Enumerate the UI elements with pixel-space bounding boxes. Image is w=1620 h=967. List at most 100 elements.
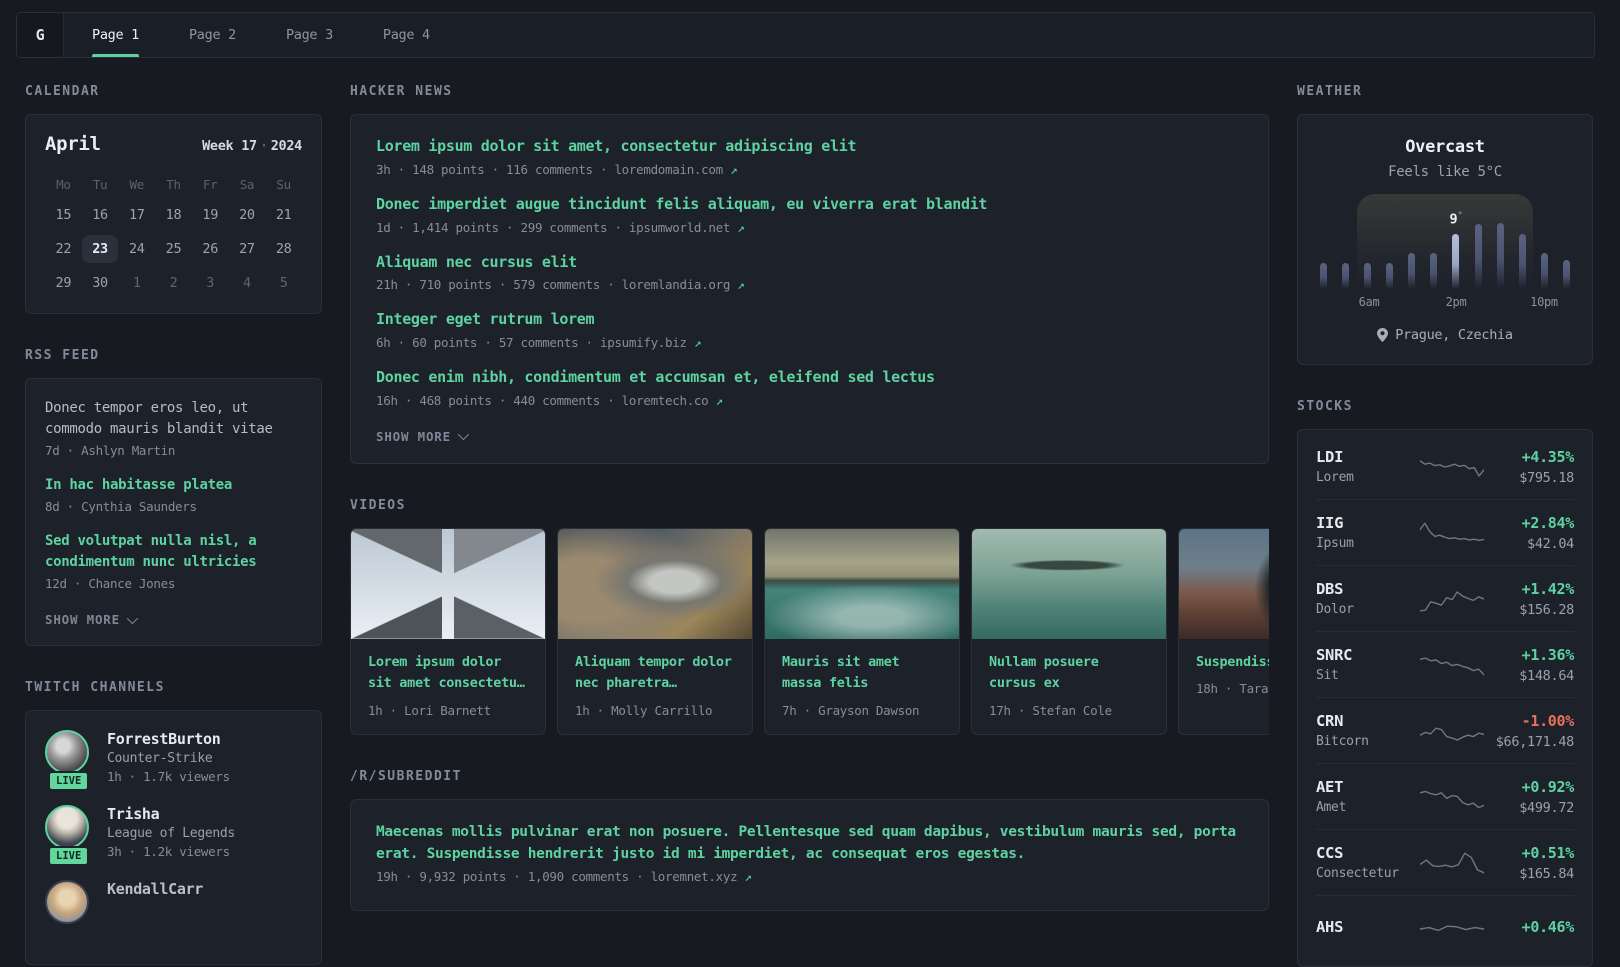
- stock-row[interactable]: SNRC Sit +1.36% $148.64: [1316, 632, 1574, 698]
- reddit-post-meta: 19h · 9,932 points · 1,090 comments · lo…: [376, 869, 1243, 884]
- rss-show-more-button[interactable]: SHOW MORE: [45, 612, 139, 627]
- video-card[interactable]: Aliquam tempor dolor nec pharetra… 1h · …: [557, 527, 753, 735]
- hn-show-more-button[interactable]: SHOW MORE: [376, 429, 470, 444]
- tab-page-2[interactable]: Page 2: [189, 13, 236, 57]
- stock-row[interactable]: IIG Ipsum +2.84% $42.04: [1316, 500, 1574, 566]
- twitch-channel-name[interactable]: ForrestBurton: [107, 730, 230, 748]
- stock-ticker[interactable]: IIG: [1316, 514, 1420, 532]
- external-link-icon[interactable]: ↗: [745, 869, 753, 884]
- external-link-icon[interactable]: ↗: [694, 335, 702, 350]
- tab-page-3[interactable]: Page 3: [286, 13, 333, 57]
- external-link-icon[interactable]: ↗: [730, 162, 738, 177]
- weather-bar: [1496, 223, 1504, 289]
- hn-item-link[interactable]: Donec enim nibh, condimentum et accumsan…: [376, 367, 1243, 389]
- rss-item-link[interactable]: Donec tempor eros leo, ut commodo mauris…: [45, 398, 302, 440]
- video-thumbnail[interactable]: [765, 528, 959, 639]
- avatar[interactable]: [45, 805, 89, 849]
- video-title[interactable]: Suspendisse diam: [1196, 652, 1269, 674]
- stock-name: Sit: [1316, 668, 1339, 683]
- video-card[interactable]: Nullam posuere cursus ex 17h · Stefan Co…: [971, 527, 1167, 735]
- calendar-day: 29: [55, 275, 72, 291]
- rss-item-link[interactable]: Sed volutpat nulla nisl, a condimentum n…: [45, 531, 302, 573]
- stock-row[interactable]: DBS Dolor +1.42% $156.28: [1316, 566, 1574, 632]
- time-label: 10pm: [1530, 295, 1558, 309]
- hn-item-link[interactable]: Donec imperdiet augue tincidunt felis al…: [376, 194, 1243, 216]
- hn-item-link[interactable]: Aliquam nec cursus elit: [376, 252, 1243, 274]
- video-title[interactable]: Mauris sit amet massa felis: [782, 652, 942, 695]
- calendar-month: April: [45, 133, 101, 155]
- stock-name: Consectetur: [1316, 866, 1399, 881]
- stock-price: $795.18: [1519, 469, 1574, 486]
- stock-price: $499.72: [1519, 799, 1574, 816]
- chevron-down-icon: [457, 429, 470, 441]
- avatar[interactable]: [45, 730, 89, 774]
- stock-price: $66,171.48: [1495, 733, 1575, 750]
- stock-row[interactable]: CRN Bitcorn -1.00% $66,171.48: [1316, 698, 1574, 764]
- hackernews-section-title: HACKER NEWS: [350, 84, 453, 99]
- stock-price: $165.84: [1519, 865, 1574, 882]
- twitch-channel-name[interactable]: Trisha: [107, 805, 235, 823]
- stock-row[interactable]: LDI Lorem +4.35% $795.18: [1316, 434, 1574, 500]
- video-meta: 7h · Grayson Dawson: [782, 702, 920, 718]
- stock-change: +0.92%: [1521, 777, 1575, 796]
- external-link-icon[interactable]: ↗: [716, 393, 724, 408]
- stock-name: Amet: [1316, 800, 1347, 815]
- tab-page-1[interactable]: Page 1: [92, 13, 139, 57]
- video-meta: 18h · Tara: [1196, 681, 1269, 697]
- hn-meta-text: 3h · 148 points · 116 comments · loremdo…: [376, 161, 723, 177]
- twitch-channel-row[interactable]: KendallCarr: [45, 880, 302, 924]
- videos-section: VIDEOS Lorem ipsum dolor sit amet consec…: [350, 498, 1269, 735]
- videos-section-title: VIDEOS: [350, 497, 406, 513]
- hn-item-link[interactable]: Lorem ipsum dolor sit amet, consectetur …: [376, 136, 1243, 158]
- video-card[interactable]: Mauris sit amet massa felis 7h · Grayson…: [764, 527, 960, 735]
- reddit-post-link[interactable]: Maecenas mollis pulvinar erat non posuer…: [376, 822, 1243, 866]
- twitch-channel-name[interactable]: KendallCarr: [107, 880, 203, 898]
- stock-ticker[interactable]: SNRC: [1316, 646, 1420, 664]
- video-thumbnail[interactable]: [351, 528, 545, 639]
- weather-bar: [1518, 234, 1526, 289]
- video-card[interactable]: Suspendisse diam 18h · Tara: [1178, 527, 1269, 735]
- stock-ticker[interactable]: LDI: [1316, 448, 1420, 466]
- rss-item: Donec tempor eros leo, ut commodo mauris…: [45, 398, 302, 458]
- stock-ticker[interactable]: CCS: [1316, 844, 1420, 862]
- video-card[interactable]: Lorem ipsum dolor sit amet consectetu… 1…: [350, 527, 546, 735]
- stock-ticker[interactable]: AHS: [1316, 918, 1420, 936]
- weather-widget: Overcast Feels like 5°C 9° 6am 2pm 10pm …: [1297, 114, 1593, 365]
- stock-sparkline: [1419, 714, 1485, 748]
- twitch-channel-row[interactable]: LIVE ForrestBurton Counter-Strike 1h · 1…: [45, 730, 302, 791]
- twitch-avatar-wrap: LIVE: [45, 730, 91, 791]
- video-thumbnail[interactable]: [972, 528, 1166, 639]
- video-title[interactable]: Aliquam tempor dolor nec pharetra…: [575, 652, 735, 695]
- app-logo[interactable]: G: [17, 13, 64, 57]
- video-thumbnail[interactable]: [1179, 528, 1269, 639]
- hn-item-link[interactable]: Integer eget rutrum lorem: [376, 309, 1243, 331]
- external-link-icon[interactable]: ↗: [737, 220, 745, 235]
- subreddit-section: /R/SUBREDDIT Maecenas mollis pulvinar er…: [350, 769, 1269, 912]
- twitch-channel-meta: 1h · 1.7k viewers: [107, 769, 230, 784]
- stock-row[interactable]: AET Amet +0.92% $499.72: [1316, 764, 1574, 830]
- weather-bar: [1430, 253, 1438, 289]
- hackernews-widget: Lorem ipsum dolor sit amet, consectetur …: [350, 114, 1269, 464]
- weather-bar: [1364, 263, 1372, 289]
- stock-row[interactable]: AHS +0.46%: [1316, 896, 1574, 962]
- stock-ticker[interactable]: CRN: [1316, 712, 1420, 730]
- twitch-channel-row[interactable]: LIVE Trisha League of Legends 3h · 1.2k …: [45, 805, 302, 866]
- stock-ticker[interactable]: DBS: [1316, 580, 1420, 598]
- rss-widget: Donec tempor eros leo, ut commodo mauris…: [25, 378, 322, 646]
- tab-page-4[interactable]: Page 4: [383, 13, 430, 57]
- twitch-section: TWITCH CHANNELS LIVE ForrestBurton Count…: [25, 680, 322, 965]
- stock-row[interactable]: CCS Consectetur +0.51% $165.84: [1316, 830, 1574, 896]
- videos-carousel: Lorem ipsum dolor sit amet consectetu… 1…: [350, 527, 1269, 735]
- stock-ticker[interactable]: AET: [1316, 778, 1420, 796]
- video-title[interactable]: Nullam posuere cursus ex: [989, 652, 1149, 695]
- stock-sparkline: [1419, 450, 1485, 484]
- calendar-day: 28: [275, 241, 292, 257]
- external-link-icon[interactable]: ↗: [737, 277, 745, 292]
- video-thumbnail[interactable]: [558, 528, 752, 639]
- twitch-channel-game: League of Legends: [107, 826, 235, 841]
- calendar-day: 25: [165, 241, 182, 257]
- twitch-avatar-wrap: [45, 880, 91, 924]
- avatar[interactable]: [45, 880, 89, 924]
- video-title[interactable]: Lorem ipsum dolor sit amet consectetu…: [368, 652, 528, 695]
- rss-item-link[interactable]: In hac habitasse platea: [45, 475, 302, 496]
